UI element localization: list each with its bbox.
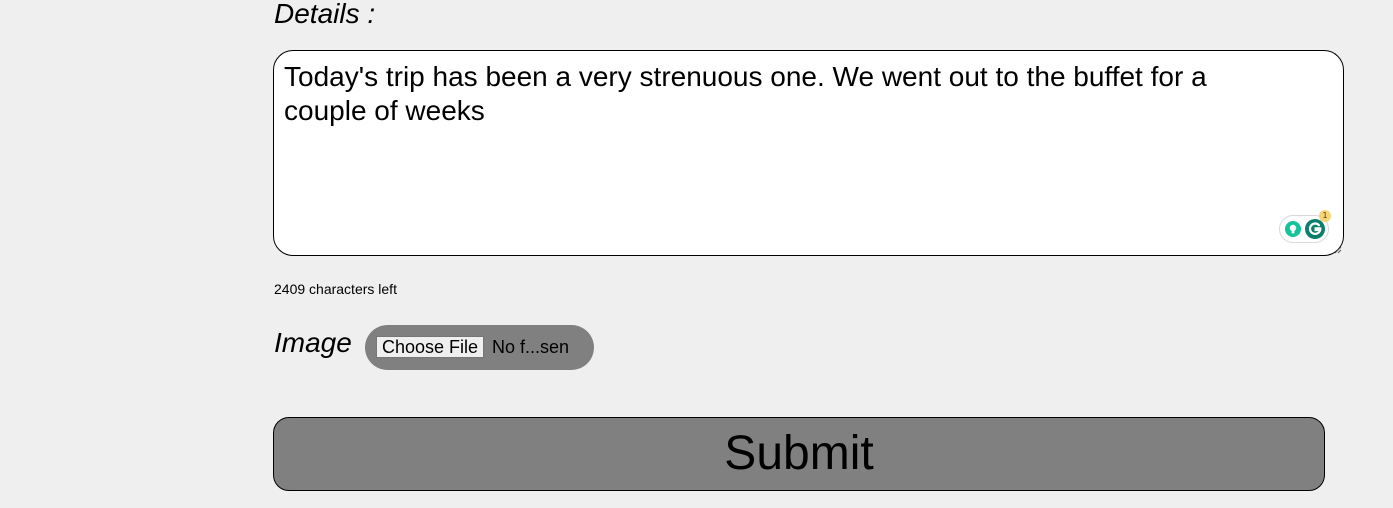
characters-left-counter: 2409 characters left xyxy=(274,281,397,297)
details-textarea[interactable]: Today's trip has been a very strenuous o… xyxy=(273,50,1344,256)
grammarly-icon[interactable] xyxy=(1305,219,1325,239)
details-label: Details : xyxy=(274,0,376,29)
image-file-input[interactable]: Choose File No f...sen xyxy=(365,325,594,370)
image-label: Image xyxy=(274,327,352,358)
choose-file-button[interactable]: Choose File xyxy=(376,336,485,358)
resize-handle-icon[interactable] xyxy=(1334,246,1342,254)
submit-button[interactable]: Submit xyxy=(273,417,1325,491)
file-status: No f...sen xyxy=(492,337,570,357)
grammar-badge: 1 xyxy=(1319,210,1331,222)
details-text[interactable]: Today's trip has been a very strenuous o… xyxy=(284,60,1283,128)
grammar-widget[interactable]: 1 xyxy=(1279,210,1331,243)
bulb-icon[interactable] xyxy=(1285,221,1301,237)
